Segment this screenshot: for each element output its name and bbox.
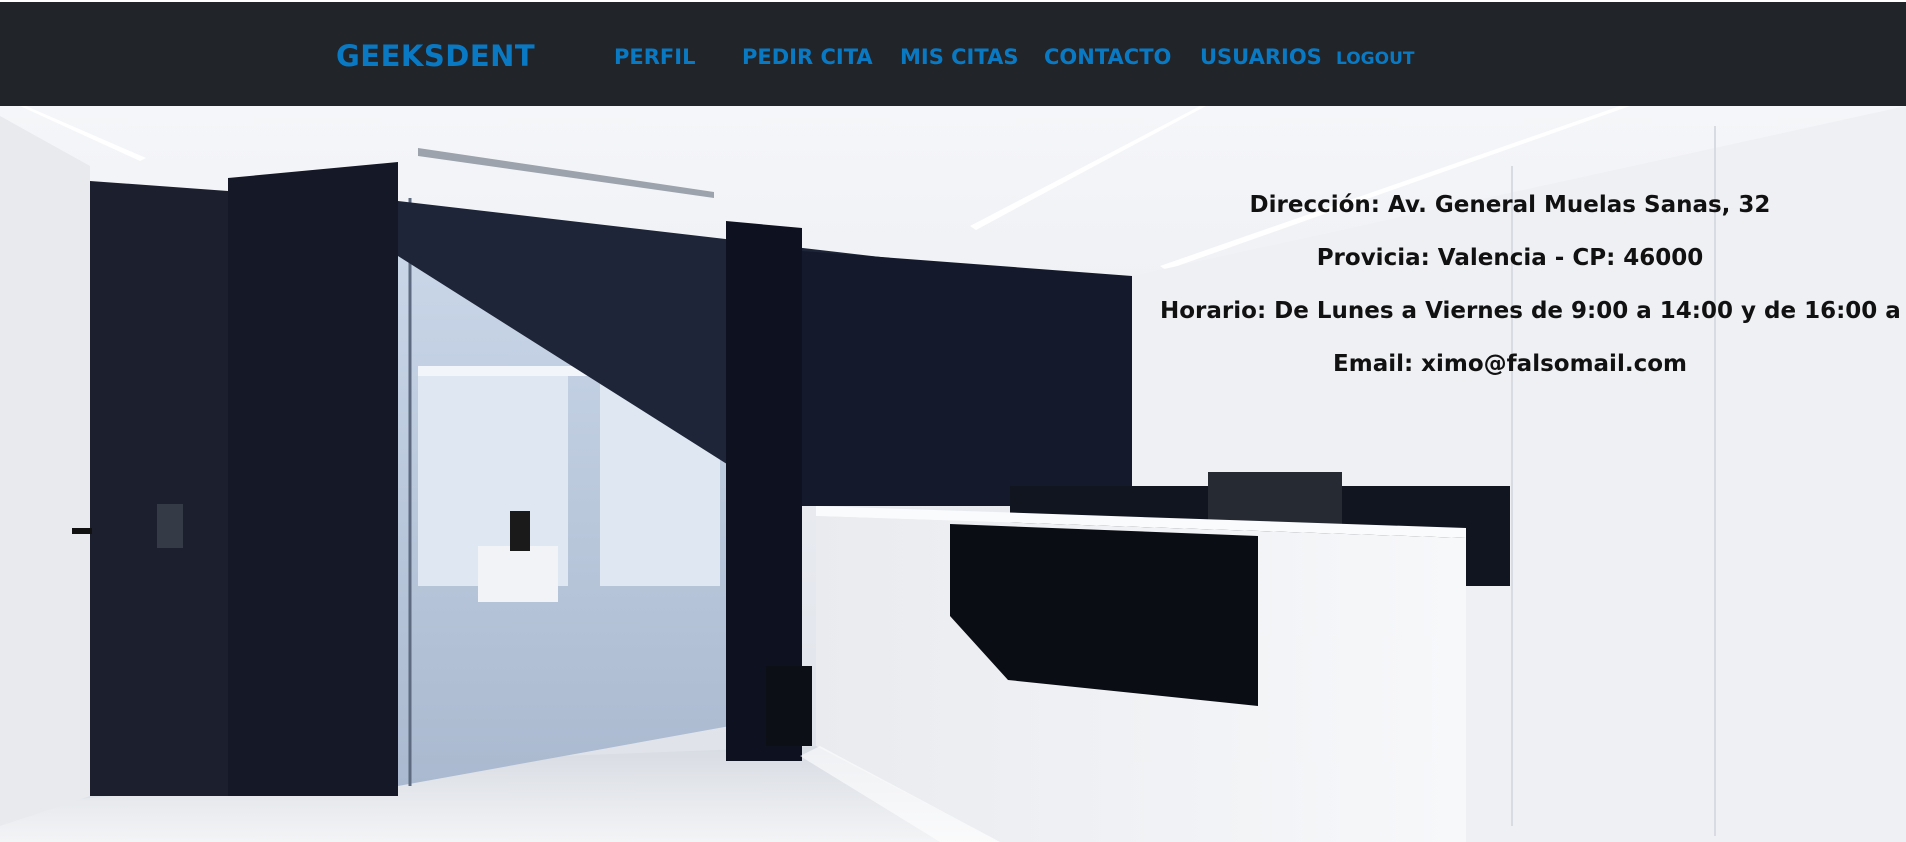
nav-perfil[interactable]: PERFIL — [614, 45, 695, 69]
contact-hours: Horario: De Lunes a Viernes de 9:00 a 14… — [1160, 298, 1906, 324]
nav-logout[interactable]: LOGOUT — [1336, 47, 1414, 71]
contact-info: Dirección: Av. General Muelas Sanas, 32 … — [1160, 192, 1906, 404]
contact-address: Dirección: Av. General Muelas Sanas, 32 — [1249, 192, 1771, 218]
contact-email: Email: ximo@falsomail.com — [1333, 351, 1687, 377]
top-navbar: GEEKSDENT PERFIL PEDIR CITA MIS CITAS CO… — [0, 0, 1906, 106]
nav-mis-citas[interactable]: MIS CITAS — [900, 45, 1018, 69]
nav-pedir-cita[interactable]: PEDIR CITA — [742, 45, 873, 69]
brand-logo-link[interactable]: GEEKSDENT — [336, 39, 535, 73]
nav-contacto[interactable]: CONTACTO — [1044, 45, 1171, 69]
nav-usuarios[interactable]: USUARIOS — [1200, 45, 1322, 69]
contact-province: Provicia: Valencia - CP: 46000 — [1316, 245, 1704, 271]
hero-section: Dirección: Av. General Muelas Sanas, 32 … — [0, 106, 1906, 842]
